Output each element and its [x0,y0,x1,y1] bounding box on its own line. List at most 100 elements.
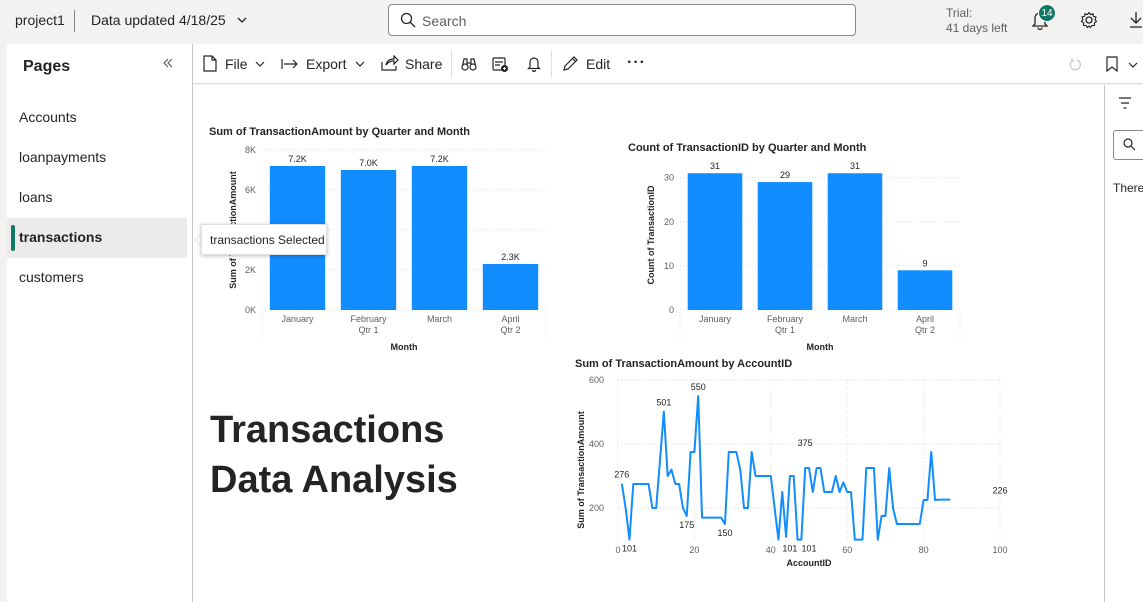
trial-status[interactable]: Trial: 41 days left [946,6,1007,36]
toolbar-divider [451,50,452,78]
report-title-line-2: Data Analysis [210,459,458,501]
bell-icon[interactable] [527,56,541,72]
share-label: Share [405,56,443,72]
bar [411,166,468,310]
filter-icon[interactable] [1118,97,1132,109]
report-title: Transactions Data Analysis [210,405,458,505]
data-label: 550 [691,382,706,392]
bar [827,173,883,310]
page-item-label: Accounts [19,109,77,125]
x-tick-label: 20 [689,545,699,555]
data-label: 101 [782,544,797,554]
y-tick-label: 20 [664,217,674,227]
trial-line-2: 41 days left [946,21,1008,35]
page-item-loanpayments[interactable]: loanpayments [7,138,187,178]
line-chart-amount-by-account[interactable]: 200 400 600 0 20 40 60 80 100 276 101 501 175 550 150 1… [572,372,1012,572]
data-label: 101 [801,544,816,554]
chart-title: Count of TransactionID by Quarter and Mo… [628,142,867,154]
chevron-down-icon [355,61,365,67]
x-axis-label: Month [391,342,418,352]
chevron-down-icon[interactable] [1128,60,1138,70]
x-tick-label: January [281,314,314,324]
data-label: 31 [710,161,720,171]
top-bar: project1 Data updated 4/18/25 Search Tri… [0,0,1143,44]
page-item-customers[interactable]: customers [7,258,187,298]
bar [340,170,397,310]
page-item-label: customers [19,269,84,285]
filter-search-input[interactable] [1113,130,1143,160]
x-axis-label: AccountID [787,558,833,568]
filters-pane: There [1104,85,1143,602]
y-tick-label: 0K [245,305,256,315]
data-label: 276 [614,470,629,480]
data-label: 7.2K [430,154,449,164]
export-menu-button[interactable]: Export [280,44,368,84]
report-toolbar: File Export Share Edit ··· [193,44,1143,84]
series-line [620,395,951,541]
x-tick-label: 40 [766,545,776,555]
quarter-label: Qtr 2 [500,325,520,335]
subscribe-icon[interactable] [492,56,509,73]
bookmark-icon[interactable] [1106,56,1118,72]
page-item-transactions[interactable]: transactions [7,218,187,258]
x-tick-label: March [842,314,867,324]
gear-icon[interactable] [1080,11,1098,29]
pencil-icon [563,56,578,71]
file-label: File [225,56,248,72]
search-icon [1123,138,1136,151]
quarter-label: Qtr 1 [358,325,378,335]
pages-pane: Pages Accounts loanpayments loans transa… [7,44,193,602]
binoculars-icon[interactable] [461,57,477,72]
collapse-pane-icon[interactable] [162,57,174,69]
export-icon [281,59,298,69]
x-tick-label: 0 [615,545,620,555]
search-input[interactable]: Search [388,4,856,36]
y-tick-label: 600 [589,375,604,385]
reset-icon[interactable] [1069,58,1083,72]
data-label: 101 [622,544,637,554]
more-options-button[interactable]: ··· [627,54,646,72]
bar [482,264,539,310]
x-tick-label: 60 [842,545,852,555]
report-title-line-1: Transactions [210,409,445,451]
data-label: 226 [992,486,1007,496]
data-label: 29 [780,170,790,180]
file-menu-button[interactable]: File [201,44,271,84]
bar-chart-transaction-count[interactable]: 0 10 20 30 31 January 29 FebruaryQtr 1 31 March 9 A… [625,156,985,356]
data-label: 150 [717,528,732,538]
x-tick-label: January [699,314,732,324]
bar [897,270,953,310]
x-tick-label: April [916,314,934,324]
data-updated-dropdown[interactable]: Data updated 4/18/25 [91,12,226,28]
quarter-label: Qtr 1 [775,325,795,335]
trial-line-1: Trial: [946,6,973,20]
page-item-loans[interactable]: loans [7,178,187,218]
document-icon [203,55,217,72]
y-tick-label: 10 [664,261,674,271]
y-axis-label: Count of TransactionID [646,185,656,285]
bar [687,173,743,310]
search-placeholder: Search [422,13,467,29]
y-axis-label: Sum of TransactionAmount [576,411,586,529]
data-label: 501 [656,398,671,408]
chevron-down-icon[interactable] [236,14,248,26]
notification-badge: 14 [1038,4,1056,22]
x-tick-label: 100 [992,545,1007,555]
page-item-accounts[interactable]: Accounts [7,98,187,138]
data-label: 375 [798,438,813,448]
y-tick-label: 30 [664,173,674,183]
x-tick-label: February [767,314,804,324]
divider [74,10,75,32]
share-button[interactable]: Share [380,44,442,84]
page-item-label: loanpayments [19,149,107,165]
filter-pane-text: There [1113,181,1143,195]
y-tick-label: 2K [245,265,256,275]
data-label: 175 [679,520,694,530]
data-label: 9 [922,258,927,268]
download-icon[interactable] [1129,11,1143,29]
workspace-name[interactable]: project1 [15,12,65,28]
data-label: 2.3K [501,252,520,262]
y-tick-label: 8K [245,145,256,155]
edit-button[interactable]: Edit [561,44,615,84]
x-axis-label: Month [807,342,834,352]
